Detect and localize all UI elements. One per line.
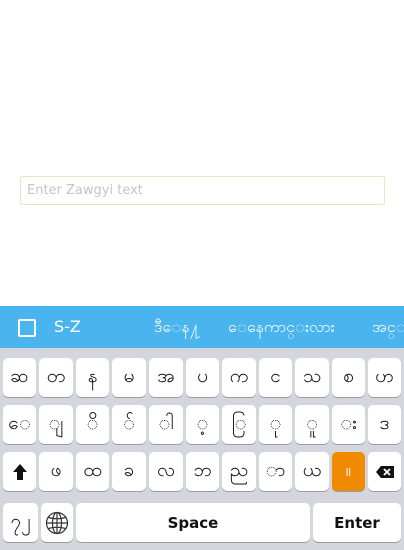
key[interactable]: ါ — [149, 405, 183, 444]
key[interactable]: ဘ — [186, 452, 219, 491]
key[interactable]: ု — [259, 405, 292, 444]
key[interactable]: ဆ — [3, 358, 36, 397]
backspace-key[interactable] — [368, 452, 401, 491]
checkbox-icon[interactable] — [18, 319, 36, 337]
key[interactable]: က — [222, 358, 256, 397]
suggestion-sz[interactable]: S-Z — [54, 306, 81, 348]
key[interactable]: သ — [295, 358, 329, 397]
suggestion-today[interactable]: ဒီေန႔ — [154, 306, 201, 348]
key[interactable]: ် — [112, 405, 146, 444]
key[interactable]: ယ — [295, 452, 329, 491]
key[interactable]: ဟ — [368, 358, 401, 397]
key[interactable]: ြ — [222, 405, 256, 444]
key[interactable]: ူ — [295, 405, 329, 444]
backspace-icon — [375, 465, 394, 478]
shift-key[interactable] — [3, 452, 36, 491]
key[interactable]: ခ — [112, 452, 146, 491]
key[interactable]: ိ — [76, 405, 109, 444]
key[interactable]: ့ — [186, 405, 219, 444]
key[interactable]: ာ — [259, 452, 292, 491]
key[interactable]: ဖ — [39, 452, 73, 491]
myanmar-keyboard: ဆ တ န မ အ ပ က င သ စ ဟ ေ ျ ိ ် ါ ့ ြ ု ူ … — [0, 348, 404, 550]
key-highlighted[interactable]: ။ — [332, 452, 365, 491]
key[interactable]: း — [332, 405, 365, 444]
numbers-key[interactable]: ၇၂ — [3, 503, 38, 542]
key[interactable]: စ — [332, 358, 365, 397]
key[interactable]: ဒ — [368, 405, 401, 444]
suggestion-yes[interactable]: အင္း — [372, 306, 404, 348]
shift-arrow-icon — [12, 463, 27, 480]
globe-icon — [45, 511, 69, 534]
key[interactable]: အ — [149, 358, 183, 397]
globe-key[interactable] — [41, 503, 73, 542]
enter-key[interactable]: Enter — [313, 503, 401, 542]
key[interactable]: တ — [39, 358, 73, 397]
key[interactable]: လ — [149, 452, 183, 491]
key[interactable]: ပ — [186, 358, 219, 397]
key[interactable]: ထ — [76, 452, 109, 491]
key[interactable]: န — [76, 358, 109, 397]
key[interactable]: ည — [222, 452, 256, 491]
zawgyi-text-input[interactable] — [20, 176, 385, 205]
suggestion-bar: S-Z ဒီေန႔ ေနေကာင္းလား အင္း — [0, 306, 404, 348]
key[interactable]: မ — [112, 358, 146, 397]
key[interactable]: င — [259, 358, 292, 397]
key[interactable]: ျ — [39, 405, 73, 444]
space-key[interactable]: Space — [76, 503, 310, 542]
suggestion-how-are-you[interactable]: ေနေကာင္းလား — [228, 306, 335, 348]
key[interactable]: ေ — [3, 405, 36, 444]
